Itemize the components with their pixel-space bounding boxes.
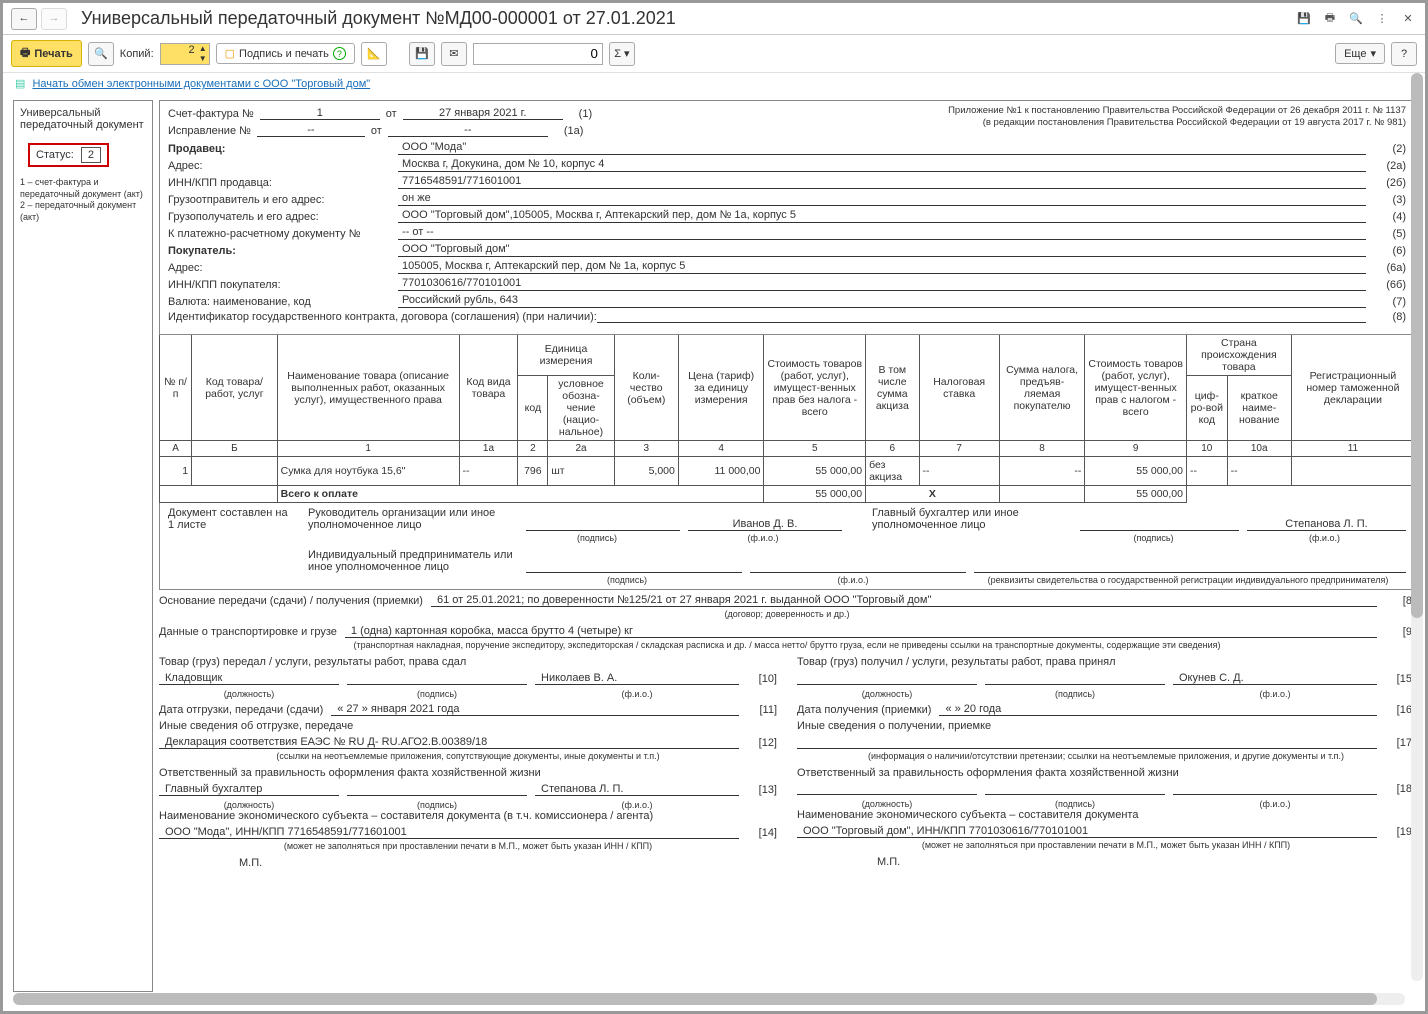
email-button[interactable]: ✉ (441, 42, 467, 66)
header-row: Валюта: наименование, кодРоссийский рубл… (168, 294, 1406, 308)
header-row: Адрес:105005, Москва г, Аптекарский пер,… (168, 260, 1406, 274)
header-block: Приложение №1 к постановлению Правительс… (159, 100, 1415, 335)
table-row: 1 Сумка для ноутбука 15,6" -- 796 шт 5,0… (160, 457, 1415, 486)
header-row: Идентификатор государственного контракта… (168, 311, 1406, 323)
status-value: 2 (81, 147, 101, 163)
sign-print-button[interactable]: ▢ Подпись и печать ? (216, 43, 355, 64)
edi-link[interactable]: Начать обмен электронными документами с … (32, 78, 370, 90)
save-disk-button[interactable]: 💾 (409, 42, 435, 66)
close-icon[interactable]: ✕ (1399, 10, 1417, 28)
header-row: Продавец:ООО "Мода"(2) (168, 141, 1406, 155)
search-icon[interactable]: 🔍 (1347, 10, 1365, 28)
header-row: ИНН/КПП покупателя:7701030616/770101001(… (168, 277, 1406, 291)
back-button[interactable]: ← (11, 8, 37, 30)
left-column: Товар (груз) передал / услуги, результат… (159, 656, 777, 869)
regulation-note: Приложение №1 к постановлению Правительс… (948, 105, 1406, 130)
header-row: Покупатель:ООО "Торговый дом"(6) (168, 243, 1406, 257)
lp-note: 1 – счет-фактура и передаточный документ… (20, 177, 146, 224)
more-button[interactable]: Еще ▾ (1335, 43, 1385, 64)
save-icon[interactable]: 💾 (1295, 10, 1313, 28)
zero-input[interactable] (473, 43, 603, 65)
lp-title: Универсальный передаточный документ (20, 107, 146, 131)
right-column: Товар (груз) получил / услуги, результат… (797, 656, 1415, 869)
header-row: ИНН/КПП продавца:7716548591/771601001(2б… (168, 175, 1406, 189)
signature-block: Документ составлен на 1 листе Руководите… (159, 503, 1415, 590)
header-row: Грузоотправитель и его адрес:он же(3) (168, 192, 1406, 206)
header-row: Адрес:Москва г, Докукина, дом № 10, корп… (168, 158, 1406, 172)
header-row: Грузополучатель и его адрес:ООО "Торговы… (168, 209, 1406, 223)
layout-button[interactable]: 📐 (361, 42, 387, 66)
edi-link-row: ▤ Начать обмен электронными документами … (3, 73, 1425, 94)
document-icon: ▤ (15, 78, 25, 90)
forward-button[interactable]: → (41, 8, 67, 30)
window-title: Универсальный передаточный документ №МД0… (81, 8, 1295, 29)
copies-input[interactable]: 2▲▼ (160, 43, 210, 65)
preview-button[interactable]: 🔍 (88, 42, 114, 66)
doc-pages: Документ составлен на 1 листе (168, 507, 288, 585)
copies-label: Копий: (120, 48, 154, 60)
items-table: № п/п Код товара/ работ, услуг Наименова… (159, 334, 1415, 503)
help-button[interactable]: ? (1391, 42, 1417, 66)
titlebar: ← → Универсальный передаточный документ … (3, 3, 1425, 35)
print-button[interactable]: 🖶 Печать (11, 40, 82, 67)
print-icon[interactable]: 🖶 (1321, 10, 1339, 28)
left-panel: Универсальный передаточный документ Стат… (13, 100, 153, 992)
total-row: Всего к оплате 55 000,00 X 55 000,00 (160, 486, 1415, 503)
vertical-scrollbar[interactable] (1411, 73, 1423, 981)
toolbar: 🖶 Печать 🔍 Копий: 2▲▼ ▢ Подпись и печать… (3, 35, 1425, 73)
horizontal-scrollbar[interactable] (13, 993, 1405, 1005)
status-box: Статус: 2 (28, 143, 109, 167)
header-row: К платежно-расчетному документу №-- от -… (168, 226, 1406, 240)
more-icon[interactable]: ⋮ (1373, 10, 1391, 28)
sigma-button[interactable]: Σ ▾ (609, 42, 635, 66)
